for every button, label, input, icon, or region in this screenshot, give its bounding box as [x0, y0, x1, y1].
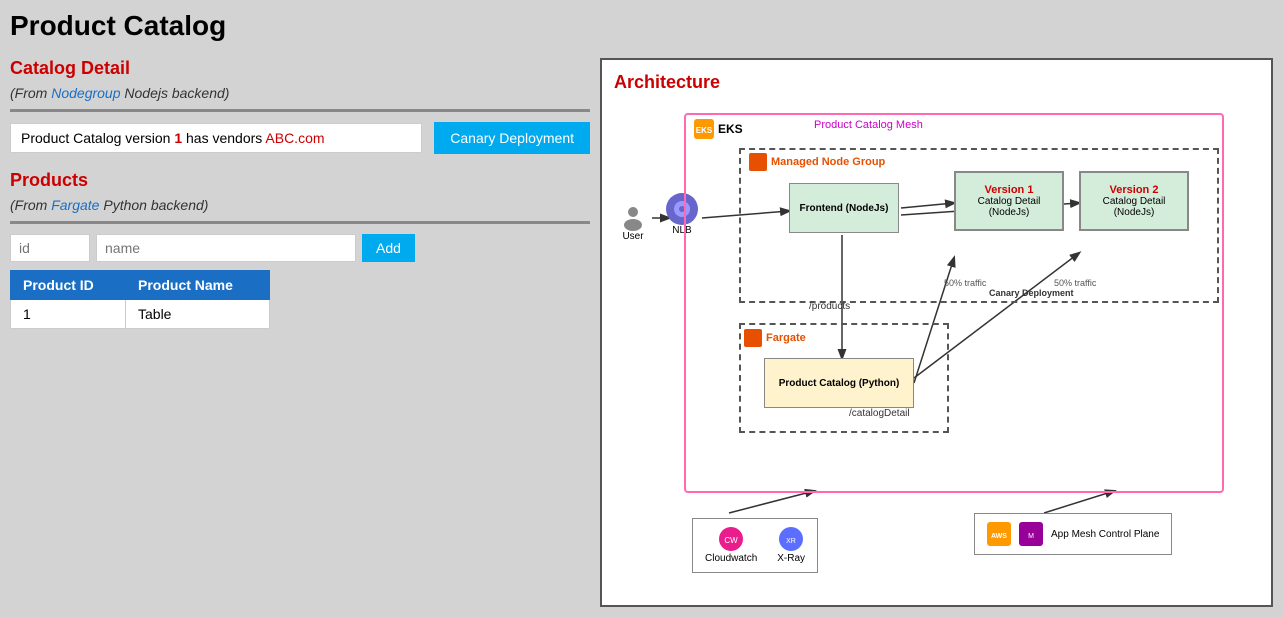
xray-item: XR X-Ray [777, 527, 805, 564]
catalog-divider [10, 109, 590, 112]
products-title: Products [10, 170, 590, 191]
cloudwatch-icon: CW [719, 527, 743, 551]
architecture-title: Architecture [614, 72, 1259, 93]
eks-text: EKS [718, 122, 743, 136]
svg-text:EKS: EKS [696, 126, 713, 135]
aws-icon: AWS [987, 522, 1011, 546]
svg-text:CW: CW [724, 536, 738, 545]
cloudwatch-label: Cloudwatch [705, 553, 757, 564]
version2-box: Version 2 Catalog Detail (NodeJs) [1079, 171, 1189, 231]
svg-text:M: M [1028, 533, 1034, 540]
user-label: User [622, 231, 643, 242]
eks-label: EKS EKS [694, 119, 743, 139]
traffic-right-label: 50% traffic [1054, 278, 1096, 288]
nodegroup-link[interactable]: Nodegroup [51, 85, 120, 101]
col-product-name: Product Name [126, 271, 270, 300]
page-title: Product Catalog [10, 10, 1273, 42]
svg-text:AWS: AWS [991, 533, 1007, 540]
monitoring-block: CW Cloudwatch XR X-Ray [692, 518, 818, 573]
mesh-ctrl-icon: M [1019, 522, 1043, 546]
fargate-icon [744, 329, 762, 347]
xray-label: X-Ray [777, 553, 805, 564]
add-product-button[interactable]: Add [362, 234, 415, 262]
python-catalog-box: Product Catalog (Python) [764, 358, 914, 408]
products-from-text: (From Fargate Python backend) [10, 197, 590, 213]
fargate-label: Fargate [744, 329, 806, 347]
managed-node-label: Managed Node Group [749, 153, 885, 171]
fargate-link[interactable]: Fargate [51, 197, 99, 213]
frontend-box: Frontend (NodeJs) [789, 183, 899, 233]
user-block: User [619, 203, 647, 242]
products-section: Products (From Fargate Python backend) A… [10, 170, 590, 329]
product-name-input[interactable] [96, 234, 356, 262]
eks-icon: EKS [694, 119, 714, 139]
managed-icon [749, 153, 767, 171]
catalog-from-text: (From Nodegroup Nodejs backend) [10, 85, 590, 101]
svg-text:XR: XR [786, 538, 796, 545]
traffic-left-label: 50% traffic [944, 278, 986, 288]
version1-box: Version 1 Catalog Detail (NodeJs) [954, 171, 1064, 231]
architecture-panel: Architecture [600, 58, 1273, 607]
catalog-detail-box: Product Catalog version 1 has vendors AB… [10, 123, 422, 153]
left-panel: Catalog Detail (From Nodegroup Nodejs ba… [10, 58, 590, 607]
canary-label: Canary Deployment [989, 288, 1074, 298]
products-route-label: /products [809, 301, 850, 312]
appmesh-label: App Mesh Control Plane [1051, 529, 1159, 540]
product-id-input[interactable] [10, 234, 90, 262]
products-divider [10, 221, 590, 224]
cell-product-name: Table [126, 300, 270, 329]
products-table: Product ID Product Name 1Table [10, 270, 270, 329]
table-row: 1Table [11, 300, 270, 329]
cell-product-id: 1 [11, 300, 126, 329]
appmesh-block: AWS M App Mesh Control Plane [974, 513, 1172, 555]
catalog-detail-title: Catalog Detail [10, 58, 590, 79]
catalog-detail-row: Product Catalog version 1 has vendors AB… [10, 122, 590, 154]
mesh-label: Product Catalog Mesh [814, 119, 923, 131]
add-product-row: Add [10, 234, 590, 262]
canary-deployment-button[interactable]: Canary Deployment [434, 122, 590, 154]
architecture-diagram: User NLB [614, 103, 1244, 593]
col-product-id: Product ID [11, 271, 126, 300]
catalog-route-label: /catalogDetail [849, 408, 910, 419]
xray-icon: XR [779, 527, 803, 551]
cloudwatch-item: CW Cloudwatch [705, 527, 757, 564]
